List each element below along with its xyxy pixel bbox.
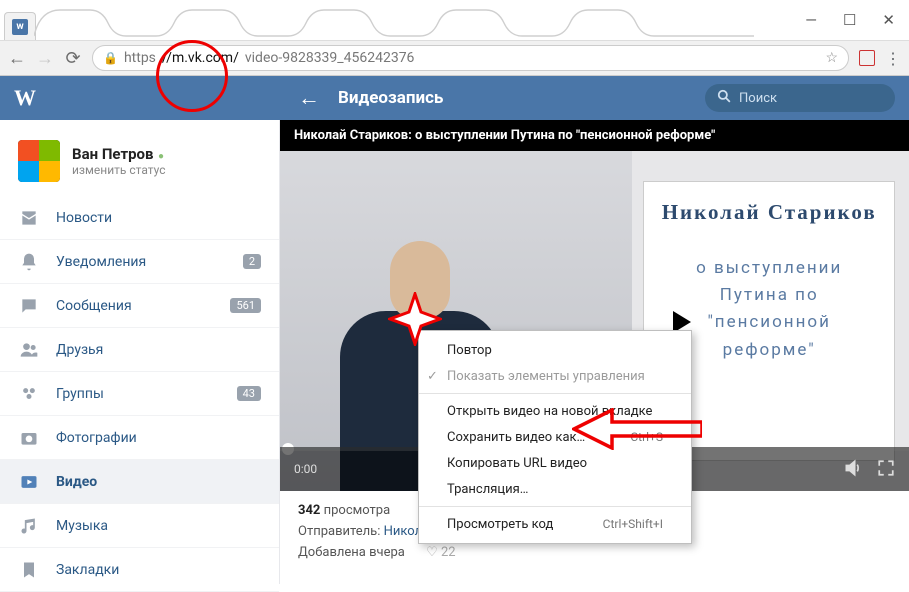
badge: 43 xyxy=(237,386,261,401)
bookmark-icon xyxy=(18,560,40,580)
view-label: просмотра xyxy=(320,503,390,518)
extension-icon[interactable] xyxy=(859,50,875,66)
sidebar: Ван Петров ● изменить статус Новости Увед… xyxy=(0,120,280,584)
context-menu: Повтор ✓Показать элементы управления Отк… xyxy=(418,330,692,544)
fullscreen-icon[interactable] xyxy=(877,459,895,480)
url-host: //m.vk.com/ xyxy=(162,50,239,66)
sidebar-item-label: Закладки xyxy=(56,562,119,578)
sidebar-item-bell[interactable]: Уведомления 2 xyxy=(0,240,279,284)
ctx-save-video-as[interactable]: Сохранить видео как…Ctrl+S xyxy=(419,424,691,450)
sidebar-item-label: Уведомления xyxy=(56,254,146,270)
url-scheme: https xyxy=(124,50,156,66)
lock-icon: 🔒 xyxy=(103,51,118,65)
sidebar-item-label: Музыка xyxy=(56,518,108,534)
music-icon xyxy=(18,516,40,536)
friends-icon xyxy=(18,340,40,360)
sidebar-item-music[interactable]: Музыка xyxy=(0,504,279,548)
sidebar-item-label: Друзья xyxy=(56,342,103,358)
badge: 561 xyxy=(230,298,261,313)
window-titlebar: w — ☐ ✕ xyxy=(0,0,909,40)
online-dot-icon: ● xyxy=(155,151,164,162)
avatar xyxy=(18,140,60,182)
user-name: Ван Петров xyxy=(72,145,153,163)
ctx-show-controls[interactable]: ✓Показать элементы управления xyxy=(419,363,691,389)
minimize-button[interactable]: — xyxy=(805,13,817,28)
badge: 2 xyxy=(243,254,261,269)
sidebar-item-label: Видео xyxy=(56,474,97,490)
groups-icon xyxy=(18,384,40,404)
photo-icon xyxy=(18,428,40,448)
card-line: о выступлении xyxy=(696,255,842,282)
card-line: "пенсионной xyxy=(696,309,842,336)
maximize-button[interactable]: ☐ xyxy=(843,13,856,28)
news-icon xyxy=(18,208,40,228)
url-path: video-9828339_456242376 xyxy=(245,50,415,66)
ctx-repeat[interactable]: Повтор xyxy=(419,337,691,363)
video-icon xyxy=(18,472,40,492)
like-count: 22 xyxy=(441,545,456,560)
vk-back-button[interactable]: ← xyxy=(298,85,320,111)
added-date: Добавлена вчера xyxy=(298,545,405,560)
user-status[interactable]: изменить статус xyxy=(72,163,166,177)
sidebar-item-label: Новости xyxy=(56,210,112,226)
browser-menu-icon[interactable]: ⋮ xyxy=(885,49,901,68)
sidebar-item-photo[interactable]: Фотографии xyxy=(0,416,279,460)
forward-button[interactable]: → xyxy=(36,49,54,67)
ctx-open-new-tab[interactable]: Открыть видео на новой вкладке xyxy=(419,398,691,424)
sidebar-item-label: Группы xyxy=(56,386,104,402)
video-title: Николай Стариков: о выступлении Путина п… xyxy=(280,120,909,151)
bell-icon xyxy=(18,252,40,272)
vk-topbar: W ← Видеозапись Поиск xyxy=(0,76,909,120)
reload-button[interactable]: ⟳ xyxy=(64,49,82,67)
card-name: Николай Стариков xyxy=(662,200,877,225)
vk-page-title: Видеозапись xyxy=(338,88,443,108)
address-bar[interactable]: 🔒 https //m.vk.com/ video-9828339_456242… xyxy=(92,45,849,71)
sidebar-item-groups[interactable]: Группы 43 xyxy=(0,372,279,416)
volume-icon[interactable] xyxy=(843,458,863,481)
card-line: Путина по xyxy=(696,282,842,309)
ctx-inspect[interactable]: Просмотреть кодCtrl+Shift+I xyxy=(419,511,691,537)
profile-block[interactable]: Ван Петров ● изменить статус xyxy=(0,130,279,196)
sidebar-item-label: Сообщения xyxy=(56,298,132,314)
msg-icon xyxy=(18,296,40,316)
ctx-copy-url[interactable]: Копировать URL видео xyxy=(419,450,691,476)
sidebar-item-msg[interactable]: Сообщения 561 xyxy=(0,284,279,328)
view-count: 342 xyxy=(298,503,320,518)
check-icon: ✓ xyxy=(427,369,438,384)
vk-favicon: w xyxy=(12,19,28,35)
nav-list: Новости Уведомления 2 Сообщения 561 Друзья Гру… xyxy=(0,196,279,592)
sidebar-item-bookmark[interactable]: Закладки xyxy=(0,548,279,592)
search-placeholder: Поиск xyxy=(739,91,777,106)
sender-label: Отправитель: xyxy=(298,524,384,539)
current-time: 0:00 xyxy=(294,462,317,476)
browser-tab-vk[interactable]: w xyxy=(4,12,36,40)
vk-search-input[interactable]: Поиск xyxy=(705,84,895,112)
like-icon[interactable]: ♡ 22 xyxy=(426,545,456,560)
bookmark-star-icon[interactable]: ☆ xyxy=(825,50,838,66)
ghost-tabs xyxy=(34,6,791,40)
sidebar-item-friends[interactable]: Друзья xyxy=(0,328,279,372)
sidebar-item-news[interactable]: Новости xyxy=(0,196,279,240)
search-icon xyxy=(717,89,731,107)
card-line: реформе" xyxy=(696,337,842,364)
back-button[interactable]: ← xyxy=(8,49,26,67)
vk-logo[interactable]: W xyxy=(0,85,50,111)
ctx-cast[interactable]: Трансляция… xyxy=(419,476,691,502)
sidebar-item-video[interactable]: Видео xyxy=(0,460,279,504)
window-controls: — ☐ ✕ xyxy=(791,0,909,40)
close-button[interactable]: ✕ xyxy=(882,13,895,28)
browser-toolbar: ← → ⟳ 🔒 https //m.vk.com/ video-9828339_… xyxy=(0,40,909,76)
sidebar-item-label: Фотографии xyxy=(56,430,137,446)
